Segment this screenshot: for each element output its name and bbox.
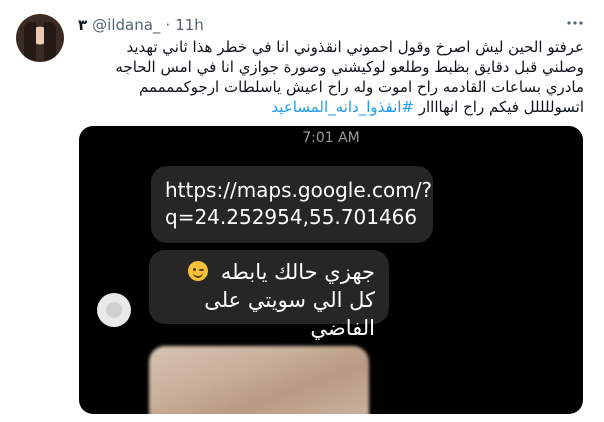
link-message-bubble: https://maps.google.com/?q=24.252954,55.… <box>151 166 433 243</box>
message-line-1: جهزي حالك يابطه <box>220 260 375 284</box>
hashtag-link[interactable]: #انقذوا_دانه_المساعيد <box>271 98 414 116</box>
tweet-card[interactable]: ٣ @ildana_ · 11h عرفتو الحين ليش اصرخ وق… <box>0 0 604 422</box>
display-name[interactable]: ٣ <box>78 16 87 34</box>
threat-message-bubble: جهزي حالك يابطه كل الي سويتي على الفاضي <box>149 250 389 340</box>
maps-link-text: https://maps.google.com/?q=24.252954,55.… <box>165 178 433 229</box>
separator-dot: · <box>165 16 171 34</box>
profile-avatar[interactable] <box>16 14 64 62</box>
more-options-icon[interactable] <box>564 12 586 34</box>
tweet-body: عرفتو الحين ليش اصرخ وقول احموني انقذوني… <box>96 37 584 117</box>
tweet-time[interactable]: 11h <box>175 16 204 34</box>
chat-timestamp: 7:01 AM <box>302 130 360 146</box>
attached-screenshot[interactable]: 7:01 AM https://maps.google.com/?q=24.25… <box>79 126 583 414</box>
message-line-2: كل الي سويتي على الفاضي <box>204 288 375 340</box>
sender-avatar <box>97 293 131 327</box>
winking-face-icon <box>188 261 209 281</box>
tweet-header: ٣ @ildana_ · 11h <box>78 14 204 36</box>
user-handle[interactable]: @ildana_ <box>92 16 160 34</box>
blurred-photo <box>149 346 369 414</box>
